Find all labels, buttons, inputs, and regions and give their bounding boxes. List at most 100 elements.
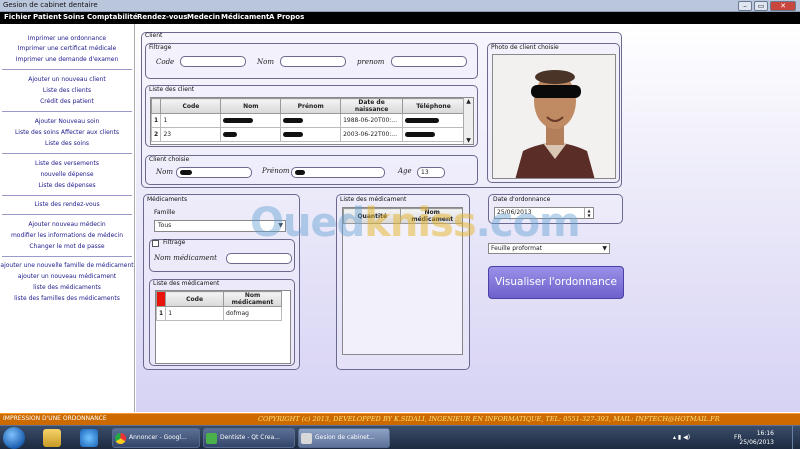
sidebar-item-liste-soins[interactable]: Liste des soins [0,140,134,147]
sidebar-item-liste-versements[interactable]: Liste des versements [0,160,134,167]
column-header-date-naissance[interactable]: Date de naissance [340,98,404,114]
nom-label: Nom [257,58,274,66]
sidebar-item-liste-medicaments[interactable]: liste des médicaments [0,284,134,291]
show-desktop-button[interactable] [792,426,800,449]
photo-group: Photo de client choisie [487,43,620,183]
close-button[interactable]: ✕ [770,1,796,11]
date-spinner-icon[interactable]: ▲ ▼ [584,208,593,218]
sidebar-divider [2,69,132,70]
sidebar-divider [2,153,132,154]
client-group-title: Client [145,32,163,39]
column-header-prenom[interactable]: Prénom [280,98,342,114]
cell-telephone-redacted[interactable] [402,113,465,128]
table-row[interactable]: 1 1 dofmag [156,306,282,321]
sidebar-item-imprimer-demande-examen[interactable]: Imprimer une demande d'examen [0,56,134,63]
sidebar-item-liste-clients[interactable]: Liste des clients [0,87,134,94]
tray-icons[interactable]: ▴ ▮ ◀) [673,434,690,441]
cell-nom-redacted[interactable] [220,127,282,142]
nom-filter-input[interactable] [280,56,346,67]
sidebar-item-liste-familles[interactable]: liste des familles des médicaments [0,295,134,302]
cell-code[interactable]: 1 [165,306,225,321]
sidebar-item-liste-depenses[interactable]: Liste des dépenses [0,182,134,189]
cell-nom-medicament[interactable]: dofmag [223,306,282,321]
client-table: Code Nom Prénom Date de naissance Téléph… [151,98,465,142]
filtrage-group: Filtrage Code Nom prenom [145,43,478,79]
sidebar-item-ajouter-medicament[interactable]: ajouter un nouveau médicament [0,273,134,280]
age-field: 13 [417,167,445,178]
code-filter-input[interactable] [180,56,246,67]
sidebar-item-soins-affectes[interactable]: Liste des soins Affecter aux clients [0,129,134,136]
cell-date-naissance[interactable]: 2003-06-22T00:... [340,127,404,142]
status-bar: IMPRESSION D'UNE ORDONNANCE COPYRIGHT (c… [0,413,800,425]
cell-nom-redacted[interactable] [220,113,282,128]
internet-explorer-icon[interactable] [80,429,98,447]
sidebar-item-ajouter-famille-medicament[interactable]: ajouter une nouvelle famille de médicame… [0,262,134,269]
column-header-nom[interactable]: Nom [220,98,282,114]
cell-date-naissance[interactable]: 1988-06-20T00:... [340,113,404,128]
cell-prenom-redacted[interactable] [280,113,342,128]
cell-code[interactable]: 1 [160,113,222,128]
maximize-button[interactable]: ▭ [754,1,768,11]
cell-code[interactable]: 23 [160,127,222,142]
sidebar-item-ajouter-soin[interactable]: Ajouter Nouveau soin [0,118,134,125]
client-choisie-title: Client choisie [149,156,190,163]
sidebar-item-imprimer-certificat[interactable]: Imprimer une certificat médicale [0,45,134,52]
visualiser-ordonnance-button[interactable]: Visualiser l'ordonnance [488,266,624,299]
liste-medicament-title: Liste des médicament [153,280,220,287]
clock-time[interactable]: 16:16 [757,430,774,437]
clock-date[interactable]: 25/06/2013 [739,439,774,446]
sidebar-divider [2,214,132,215]
sidebar-item-modifier-medecin[interactable]: modifier les informations de médecin [0,232,134,239]
menu-patient[interactable]: Patient [33,13,62,21]
format-select-value: Feuille proformat [491,245,543,252]
qt-creator-icon [206,433,217,444]
scroll-up-icon[interactable]: ▲ [464,98,473,105]
start-button[interactable] [3,427,25,449]
sidebar-item-ajouter-medecin[interactable]: Ajouter nouveau médecin [0,221,134,228]
client-table-scrollbar[interactable]: ▲ ▼ [463,98,473,144]
table-row[interactable]: 1 1 1988-06-20T00:... [151,113,465,128]
choisi-nom-field [176,167,252,178]
filtrage-checkbox[interactable] [152,240,159,247]
file-explorer-icon[interactable] [43,429,61,447]
cell-telephone-redacted[interactable] [402,127,465,142]
sidebar-item-changer-mot-de-passe[interactable]: Changer le mot de passe [0,243,134,250]
column-header-telephone[interactable]: Téléphone [402,98,465,114]
nom-medicament-input[interactable] [226,253,292,264]
redaction-mark [283,118,304,123]
menu-a-propos[interactable]: A Propos [269,13,304,21]
column-header-code[interactable]: Code [165,291,225,307]
choisi-nom-label: Nom [156,168,173,176]
client-choisie-group: Client choisie Nom Prénom Age 13 [145,155,478,185]
sidebar-item-ajouter-client[interactable]: Ajouter un nouveau client [0,76,134,83]
sidebar-item-liste-rendez-vous[interactable]: Liste des rendez-vous [0,201,134,208]
status-text: IMPRESSION D'UNE ORDONNANCE [3,415,107,422]
client-table-container: Code Nom Prénom Date de naissance Téléph… [150,97,474,145]
sidebar-item-credit-patient[interactable]: Crédit des patient [0,98,134,105]
menu-soins[interactable]: Soins [63,13,84,21]
row-number-header [156,291,167,307]
medicaments-title: Médicaments [147,196,188,203]
nom-medicament-label: Nom médicament [154,254,217,262]
table-row[interactable]: 2 23 2003-06-22T00:... [151,127,465,142]
prenom-filter-input[interactable] [391,56,467,67]
menu-medicament[interactable]: Médicament [221,13,269,21]
menu-fichier[interactable]: Fichier [4,13,31,21]
column-header-code[interactable]: Code [160,98,222,114]
choisi-prenom-label: Prénom [262,167,290,175]
sidebar-item-nouvelle-depense[interactable]: nouvelle dépense [0,171,134,178]
sidebar-item-imprimer-ordonnance[interactable]: Imprimer une ordonnance [0,35,134,42]
menu-comptabilite[interactable]: Comptabilité [87,13,138,21]
sidebar-divider [2,256,132,257]
taskbar: Annoncer - Googl... Dentiste - Qt Crea..… [0,425,800,449]
code-label: Code [156,58,175,66]
scroll-down-icon[interactable]: ▼ [464,137,473,144]
column-header-nom-medicament[interactable]: Nom médicament [223,291,282,307]
menu-medecin[interactable]: Medecin [187,13,220,21]
menu-rendez-vous[interactable]: Rendez-vous [137,13,187,21]
filtrage-title: Filtrage [149,44,172,51]
chevron-down-icon: ▼ [602,245,607,252]
face-redaction-bar [531,85,581,98]
minimize-button[interactable]: – [738,1,752,11]
cell-prenom-redacted[interactable] [280,127,342,142]
